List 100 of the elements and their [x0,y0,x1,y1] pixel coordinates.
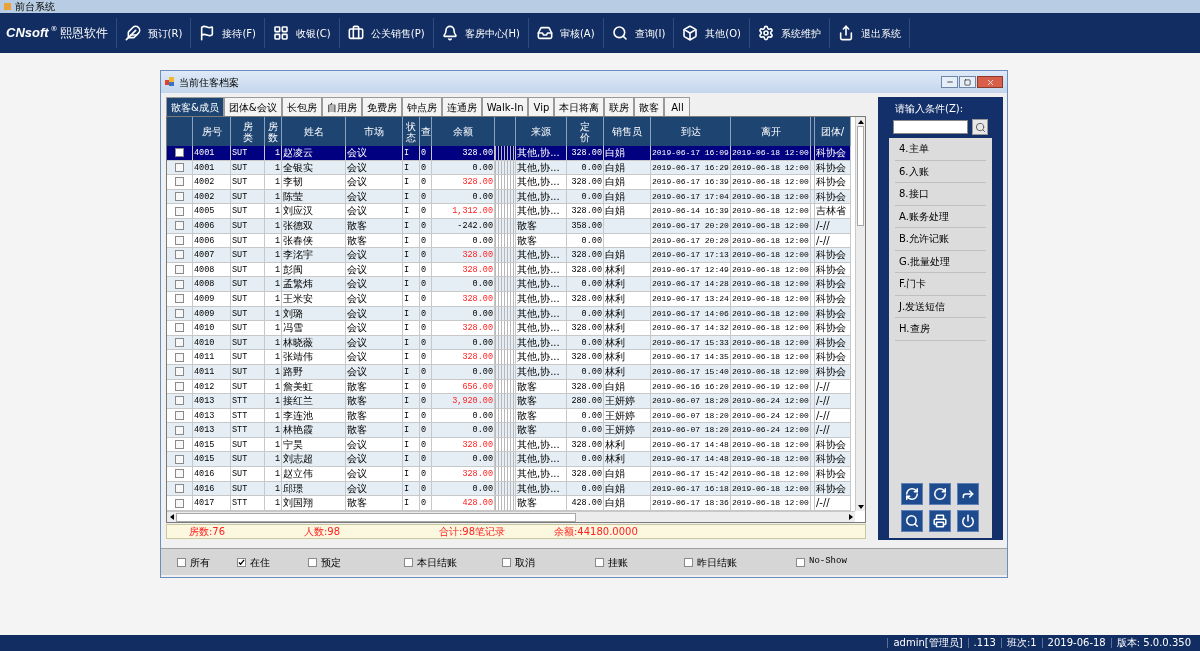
tab[interactable]: 团体&会议 [223,97,282,116]
action-button[interactable] [957,483,979,505]
menu-item[interactable]: 6.入账 [895,160,986,183]
checkbox[interactable] [175,483,184,493]
search-button[interactable] [972,119,988,135]
menu-item[interactable]: H.查房 [895,318,986,341]
table-cell: STT [231,394,265,408]
table-cell: 2019-06-07 18:20 [651,394,731,408]
checkbox[interactable] [175,454,184,464]
table-row[interactable]: 4011 SUT 1 张靖伟 会议 I 0 328.00 其他,协... 328.00 林利 2019-06-17 14:35 2019-06-18 12:00 科协会 [167,350,851,365]
toolbar-button[interactable]: 收银(C) [264,18,340,48]
table-row[interactable]: 4015 SUT 1 刘志超 会议 I 0 0.00 其他,协... 0.00 林利 2019-06-17 14:48 2019-06-18 12:00 科协会 [167,452,851,468]
toolbar-button[interactable]: 其他(O) [674,18,750,48]
tab[interactable]: 本日将离 [554,97,605,116]
toolbar-button[interactable]: 退出系统 [830,18,910,48]
table-cell: I [403,335,420,350]
toolbar-button[interactable]: 公关销售(P) [339,18,434,48]
checkbox[interactable] [175,338,184,347]
toolbar-button[interactable]: 审核(A) [528,18,604,48]
action-button[interactable] [929,510,951,532]
vertical-scrollbar[interactable] [855,117,865,511]
search-label: 请输入条件(Z): [895,102,964,116]
filter-label: 在住 [250,555,270,570]
checkbox[interactable] [175,221,184,231]
table-cell: I [403,204,420,218]
checkbox[interactable] [175,206,184,216]
checkbox[interactable] [175,162,184,172]
table-cell: 冯雪 [282,321,346,335]
scroll-thumb[interactable] [857,126,864,226]
checkbox[interactable] [684,557,693,567]
checkbox[interactable] [595,557,604,567]
toolbar-button[interactable]: 客房中心(H) [433,18,529,48]
checkbox[interactable] [175,425,184,435]
tab[interactable]: Vip [528,97,555,116]
checkbox[interactable] [177,557,186,567]
checkbox[interactable] [308,557,317,567]
tab[interactable]: Walk-In [481,97,529,116]
checkbox[interactable] [237,557,246,567]
action-button[interactable] [957,510,979,532]
maximize-button[interactable] [959,76,976,88]
table-row[interactable]: 4007 SUT 1 李洺宇 会议 I 0 328.00 其他,协... 328.00 白娟 2019-06-17 17:13 2019-06-18 12:00 科协会 [167,248,851,263]
checkbox[interactable] [175,235,184,245]
menu-item[interactable]: 8.接口 [895,183,986,206]
toolbar-button[interactable]: 接待(F) [191,18,265,48]
scroll-thumb[interactable] [176,512,576,522]
checkbox[interactable] [175,177,184,187]
checkbox[interactable] [404,557,413,567]
action-button[interactable] [901,510,923,532]
toolbar-button[interactable]: 系统维护 [750,18,830,48]
menu-item[interactable]: J.发送短信 [895,295,986,318]
checkbox[interactable] [502,557,511,567]
menu-item[interactable]: G.批量处理 [895,250,986,273]
table-row[interactable]: 4013 STT 1 接红兰 散客 I 0 3,920.00 散客 280.00 王妍婷 2019-06-07 18:20 2019-06-24 12:00 /-// [167,394,851,409]
checkbox[interactable] [175,308,184,318]
checkbox[interactable] [175,294,184,304]
minimize-button[interactable] [941,76,958,88]
menu-item[interactable]: B.允许记账 [895,228,986,251]
tab[interactable]: 联房 [604,97,635,116]
table-row[interactable]: 4008 SUT 1 孟繁炜 会议 I 0 0.00 其他,协... 0.00 林利 2019-06-17 14:28 2019-06-18 12:00 科协会 [167,277,851,292]
checkbox[interactable] [175,381,184,391]
checkbox[interactable] [175,265,184,275]
tab[interactable]: 长包房 [281,97,322,116]
tab[interactable]: 免费房 [361,97,402,116]
toolbar-button[interactable]: 预订(R) [116,18,192,48]
close-button[interactable] [977,76,1003,88]
checkbox[interactable] [175,250,184,260]
action-button[interactable] [901,483,923,505]
tab[interactable]: 散客&成员 [166,97,224,116]
tab[interactable]: 钟点房 [401,97,442,116]
checkbox[interactable] [175,192,184,202]
table-cell: 4011 [193,350,231,364]
checkbox[interactable] [175,469,184,479]
search-field[interactable] [893,120,968,134]
checkbox[interactable] [175,440,184,450]
horizontal-scrollbar[interactable] [167,511,855,522]
menu-item[interactable]: 4.主单 [895,138,986,161]
checkbox[interactable] [175,352,184,362]
tab[interactable]: All [664,97,691,116]
table-row[interactable]: 4002 SUT 1 李韧 会议 I 0 328.00 其他,协... 328.00 白娟 2019-06-17 16:39 2019-06-18 12:00 科协会 [167,175,851,190]
checkbox[interactable] [175,367,184,377]
checkbox[interactable] [175,411,184,420]
menu-item[interactable]: A.账务处理 [895,205,986,228]
checkbox[interactable] [175,323,184,333]
checkbox[interactable] [796,557,805,567]
table-row[interactable]: 4001 SUT 1 赵凌云 会议 I 0 328.00 其他,协... 328.00 白娟 2019-06-17 16:09 2019-06-18 12:00 科协会 [167,146,851,161]
table-row[interactable]: 4017 STT 1 刘国翔 散客 I 0 428.00 散客 428.00 白娟 2019-06-17 18:36 2019-06-18 12:00 /-// [167,496,851,511]
table-row[interactable]: 4016 SUT 1 赵立伟 会议 I 0 328.00 其他,协... 328.00 白娟 2019-06-17 15:42 2019-06-18 12:00 科协会 [167,467,851,482]
toolbar-button[interactable]: 查询(I) [603,18,675,48]
tab[interactable]: 连通房 [441,97,482,116]
action-button[interactable] [929,483,951,505]
table-row[interactable]: 4005 SUT 1 刘应汉 会议 I 0 1,312.00 其他,协... 328.00 白娟 2019-06-14 16:39 2019-06-18 12:00 吉林省 [167,204,851,219]
menu-item[interactable]: F.门卡 [895,273,986,296]
table-row[interactable]: 4013 STT 1 林艳霞 散客 I 0 0.00 散客 0.00 王妍婷 2019-06-07 18:20 2019-06-24 12:00 /-// [167,423,851,438]
checkbox[interactable] [175,396,184,406]
checkbox[interactable] [175,279,184,289]
checkbox[interactable] [175,498,184,508]
table-row[interactable]: 4010 SUT 1 冯雪 会议 I 0 328.00 其他,协... 328.00 林利 2019-06-17 14:32 2019-06-18 12:00 科协会 [167,321,851,336]
tab[interactable]: 自用房 [321,97,362,116]
checkbox[interactable] [175,148,184,158]
tab[interactable]: 散客 [634,97,665,116]
